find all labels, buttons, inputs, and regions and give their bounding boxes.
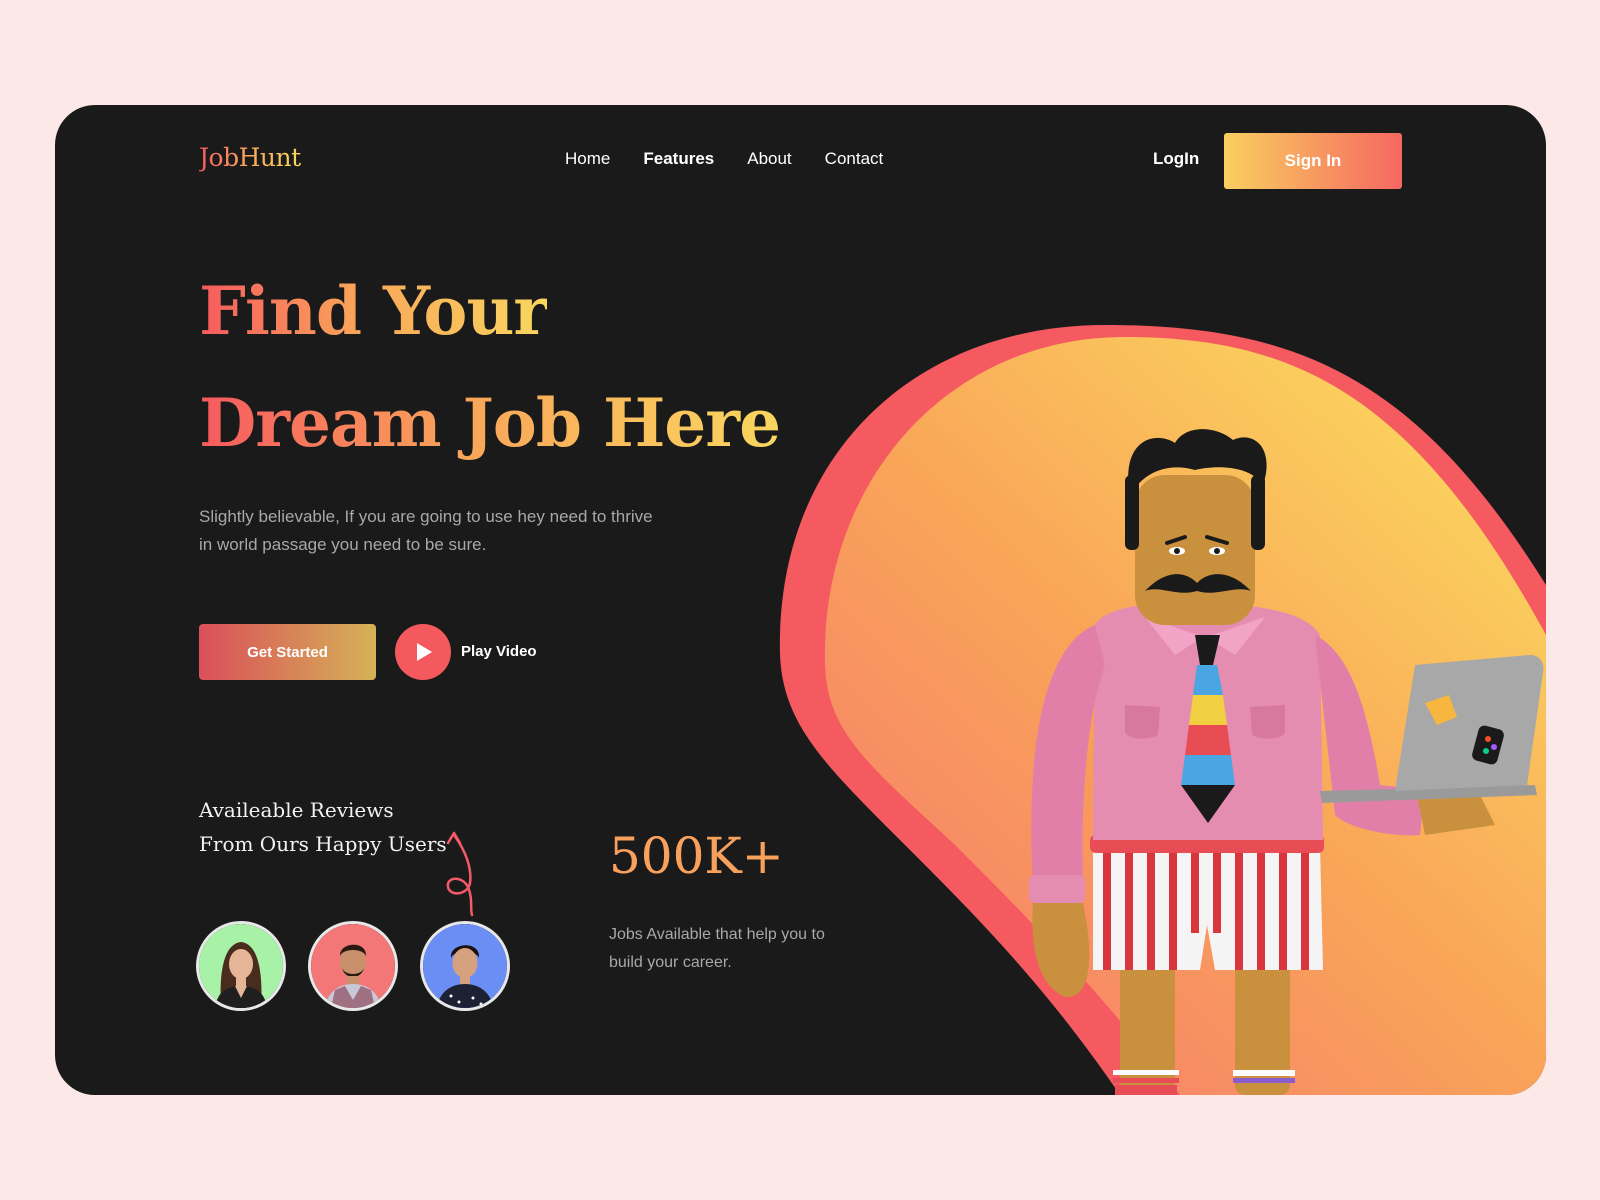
avatar[interactable] [308, 921, 398, 1011]
play-video-label[interactable]: Play Video [461, 643, 537, 660]
hero-subtitle: Slightly believable, If you are going to… [199, 507, 653, 554]
nav-about[interactable]: About [747, 149, 791, 169]
hero-title: Find Your Dream Job Here [199, 255, 819, 479]
jobs-count: 500K+ [609, 827, 784, 885]
nav-features[interactable]: Features [643, 149, 714, 169]
login-link[interactable]: LogIn [1153, 149, 1199, 169]
squiggle-arrow-icon [446, 831, 474, 917]
play-video-button[interactable] [395, 624, 451, 680]
hero-character-illustration [779, 325, 1546, 1095]
user-man-icon [311, 924, 395, 1008]
get-started-button[interactable]: Get Started [199, 624, 376, 680]
reviews-heading-line-1: Availeable Reviews [199, 798, 394, 822]
avatar[interactable] [196, 921, 286, 1011]
user-woman-icon [199, 924, 283, 1008]
hero-title-line-1: Find Your [199, 272, 548, 350]
sign-in-button[interactable]: Sign In [1224, 133, 1402, 189]
nav-home[interactable]: Home [565, 149, 610, 169]
reviews-heading-line-2: From Ours Happy Users [199, 832, 447, 856]
hero-title-line-2: Dream Job Here [199, 384, 781, 462]
logo[interactable]: JobHunt [199, 143, 301, 172]
avatar[interactable] [420, 921, 510, 1011]
user-person-icon [423, 924, 507, 1008]
user-avatars [196, 921, 510, 1011]
nav-contact[interactable]: Contact [825, 149, 884, 169]
landing-card: JobHunt Home Features About Contact LogI… [55, 105, 1546, 1095]
play-icon [417, 643, 432, 661]
main-nav: Home Features About Contact [565, 149, 883, 169]
